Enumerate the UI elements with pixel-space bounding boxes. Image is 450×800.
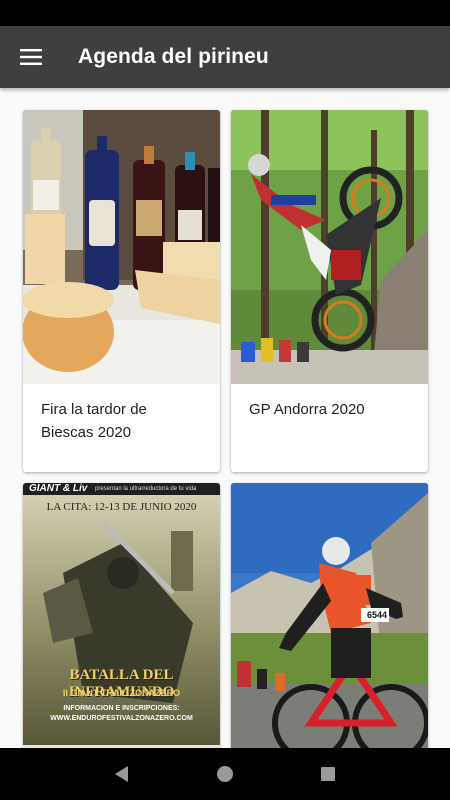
home-icon[interactable] (205, 754, 245, 794)
back-icon[interactable] (102, 754, 142, 794)
road-cyclist-photo: 6544 (231, 483, 428, 748)
rider-bib-number: 6544 (367, 610, 388, 620)
event-card[interactable]: GP Andorra 2020 (231, 110, 428, 472)
poster-date: LA CITA: 12-13 DE JUNIO 2020 (46, 501, 197, 513)
poster-url: WWW.ENDUROFESTIVALZONAZERO.COM (50, 715, 193, 722)
app-title: Agenda del pirineu (78, 45, 269, 68)
trial-motorbike-photo (231, 110, 428, 384)
poster-brands: GIANT & Liv (29, 483, 88, 494)
poster-tagline: presentan la ultrarreductora de tu vida (95, 486, 197, 492)
batalla-del-inframundo-poster: GIANT & Liv presentan la ultrarreductora… (23, 483, 220, 748)
poster-subheadline: II GIANT TRAIL ZONAZERO (62, 688, 181, 698)
cheese-and-wine-photo (23, 110, 220, 384)
event-card[interactable]: 6544 (231, 483, 428, 748)
recents-icon[interactable] (308, 754, 348, 794)
event-card[interactable]: Fira la tardor de Biescas 2020 (23, 110, 220, 472)
navigation-bar (0, 748, 450, 800)
status-bar (0, 0, 450, 26)
event-list[interactable]: Fira la tardor de Biescas 2020 GP Andorr… (0, 88, 450, 748)
event-title: GP Andorra 2020 (249, 401, 365, 418)
event-title: Fira la tardor de Biescas 2020 (41, 401, 147, 441)
poster-info: INFORMACION E INSCRIPCIONES: (63, 705, 180, 712)
app-bar: Agenda del pirineu (0, 26, 450, 88)
menu-icon[interactable] (0, 26, 62, 88)
event-card[interactable]: GIANT & Liv presentan la ultrarreductora… (23, 483, 220, 748)
